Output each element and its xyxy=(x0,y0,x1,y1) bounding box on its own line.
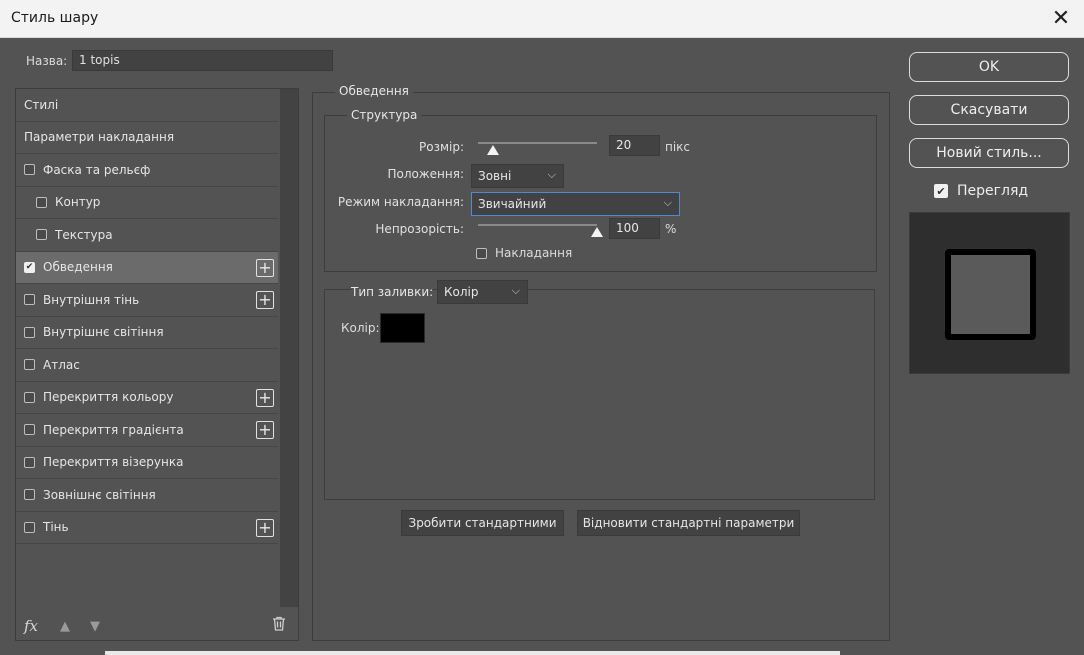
style-list-item[interactable]: Фаска та рельєф xyxy=(16,154,278,187)
arrow-down-icon[interactable]: ▼ xyxy=(90,619,100,634)
style-list-label: Текстура xyxy=(55,227,113,242)
cancel-button[interactable]: Скасувати xyxy=(909,95,1069,125)
style-checkbox[interactable] xyxy=(24,489,35,501)
opacity-label: Непрозорість: xyxy=(375,222,464,236)
opacity-input[interactable]: 100 xyxy=(609,218,660,239)
add-style-plus-icon[interactable]: + xyxy=(256,518,274,537)
style-list-item[interactable]: Перекриття градієнта + xyxy=(16,414,278,447)
style-checkbox[interactable] xyxy=(24,424,35,436)
make-default-button[interactable]: Зробити стандартними xyxy=(401,510,564,536)
style-list-item[interactable]: Тінь + xyxy=(16,512,278,544)
style-list-label: Перекриття кольору xyxy=(43,390,174,405)
style-list-label: Параметри накладання xyxy=(24,130,175,145)
structure-group-title: Структура xyxy=(347,108,422,122)
opacity-slider-track[interactable] xyxy=(478,224,597,226)
add-style-plus-icon[interactable]: + xyxy=(256,421,274,439)
style-list-item[interactable]: Зовнішнє світіння xyxy=(16,479,278,512)
trash-icon[interactable] xyxy=(272,616,286,635)
fill-type-label: Тип заливки: xyxy=(351,285,434,299)
preview-square xyxy=(945,249,1036,340)
blend-mode-select[interactable]: Звичайний ⌵ xyxy=(471,192,680,216)
blend-mode-label: Режим накладання: xyxy=(337,195,464,209)
color-label: Колір: xyxy=(341,321,380,335)
style-list-label: Зовнішнє світіння xyxy=(43,487,156,502)
style-list-label: Контур xyxy=(55,195,101,210)
color-swatch[interactable] xyxy=(380,313,425,343)
fill-type-value: Колір xyxy=(444,285,479,299)
ok-button[interactable]: OK xyxy=(909,52,1069,82)
opacity-unit: % xyxy=(665,222,677,236)
add-style-plus-icon[interactable]: + xyxy=(256,388,274,407)
size-input[interactable]: 20 xyxy=(609,135,660,156)
style-list-label: Внутрішня тінь xyxy=(43,292,140,307)
style-checkbox[interactable] xyxy=(24,326,35,338)
stroke-group-title: Обведення xyxy=(335,84,413,98)
blend-mode-value: Звичайний xyxy=(478,197,547,211)
arrow-up-icon[interactable]: ▲ xyxy=(60,619,70,634)
add-style-plus-icon[interactable]: + xyxy=(256,258,274,277)
list-footer: fx ▲ ▼ xyxy=(24,616,120,636)
fill-type-select[interactable]: Колір ⌵ xyxy=(437,280,528,304)
style-checkbox[interactable] xyxy=(24,164,35,176)
overprint-option[interactable]: Накладання xyxy=(476,246,572,260)
fx-icon[interactable]: fx xyxy=(24,617,38,635)
size-slider-thumb[interactable] xyxy=(487,145,500,155)
chevron-down-icon: ⌵ xyxy=(511,284,520,297)
chevron-down-icon: ⌵ xyxy=(547,168,556,181)
style-list-label: Стилі xyxy=(24,97,59,112)
style-preview xyxy=(909,212,1070,374)
taskbar-edge xyxy=(105,651,840,655)
style-checkbox[interactable] xyxy=(24,294,35,306)
style-list-item[interactable]: Текстура xyxy=(16,219,278,252)
style-list-item[interactable]: Перекриття кольору + xyxy=(16,382,278,414)
new-style-button[interactable]: Новий стиль... xyxy=(909,138,1069,168)
style-list-label: Обведення xyxy=(43,260,113,275)
chevron-down-icon: ⌵ xyxy=(663,196,672,209)
position-value: Зовні xyxy=(478,169,512,183)
style-list-label: Перекриття градієнта xyxy=(43,422,184,437)
style-list-label: Фаска та рельєф xyxy=(43,162,151,177)
size-unit: пікс xyxy=(665,140,691,154)
position-label: Положення: xyxy=(387,167,464,181)
position-select[interactable]: Зовні ⌵ xyxy=(471,164,564,188)
style-list-label: Тінь xyxy=(43,520,69,535)
window-title: Стиль шару xyxy=(11,10,99,26)
style-list-item[interactable]: ✔ Обведення + xyxy=(16,251,278,284)
style-checkbox[interactable] xyxy=(24,456,35,468)
add-style-plus-icon[interactable]: + xyxy=(256,291,274,309)
styles-scrollbar[interactable] xyxy=(280,89,298,607)
style-list-item[interactable]: Внутрішня тінь + xyxy=(16,284,278,317)
overprint-label: Накладання xyxy=(495,246,573,260)
style-checkbox[interactable] xyxy=(24,521,35,533)
style-checkbox[interactable] xyxy=(36,196,47,208)
style-list-label: Внутрішнє світіння xyxy=(43,325,164,340)
style-list-item[interactable]: Контур xyxy=(16,187,278,219)
style-checkbox[interactable] xyxy=(36,229,47,241)
style-checkbox[interactable] xyxy=(24,359,35,371)
name-input[interactable]: 1 topis xyxy=(72,50,333,71)
preview-label: Перегляд xyxy=(957,183,1029,199)
style-list-item[interactable]: Внутрішнє світіння xyxy=(16,317,278,349)
style-list-item[interactable]: Стилі xyxy=(16,89,278,122)
style-list-label: Атлас xyxy=(43,357,80,372)
opacity-slider-thumb[interactable] xyxy=(591,227,603,237)
style-checkbox[interactable] xyxy=(24,391,35,403)
title-bar: Стиль шару ✕ xyxy=(0,0,1084,38)
close-icon[interactable]: ✕ xyxy=(1038,0,1084,38)
name-label: Назва: xyxy=(26,54,68,68)
size-label: Розмір: xyxy=(418,140,464,154)
style-list-item[interactable]: Параметри накладання xyxy=(16,122,278,154)
style-list-item[interactable]: Атлас xyxy=(16,349,278,382)
size-slider-track[interactable] xyxy=(478,142,597,144)
overprint-checkbox[interactable] xyxy=(476,247,487,259)
style-checkbox[interactable]: ✔ xyxy=(24,261,35,273)
styles-list: Стилі Параметри накладання Фаска та рельєф… xyxy=(16,89,278,544)
preview-option[interactable]: ✔ Перегляд xyxy=(934,183,1028,199)
reset-default-button[interactable]: Відновити стандартні параметри xyxy=(577,510,800,536)
style-list-label: Перекриття візерунка xyxy=(43,455,184,470)
preview-checkbox[interactable]: ✔ xyxy=(934,184,948,198)
style-list-item[interactable]: Перекриття візерунка xyxy=(16,447,278,479)
